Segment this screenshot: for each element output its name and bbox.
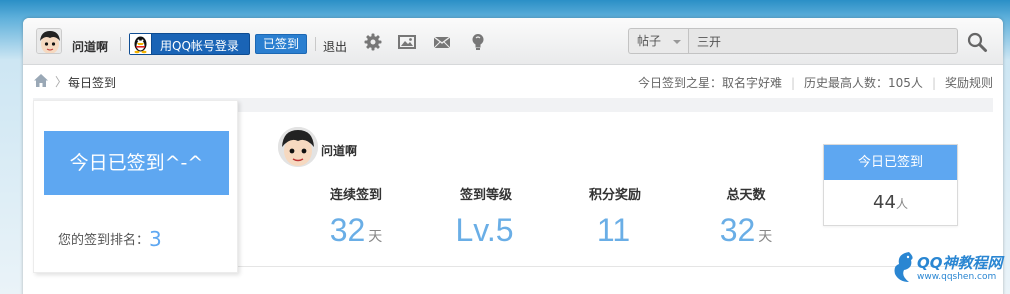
signin-star: 今日签到之星：取名字好难 (637, 76, 782, 90)
stat-label: 积分奖励 (588, 188, 641, 203)
image-icon[interactable] (396, 32, 418, 52)
signin-rank: 您的签到排名：3 (58, 227, 162, 251)
today-signed-unit: 人 (895, 197, 908, 211)
stat-value: Lv.5 (455, 212, 514, 248)
header-stats: 今日签到之星：取名字好难 | 历史最高人数：105人 | 奖励规则 (638, 74, 993, 91)
divider (315, 37, 316, 51)
dragon-logo-icon (889, 250, 917, 286)
chevron-down-icon (673, 40, 681, 44)
stat-unit: 天 (758, 228, 773, 244)
divider: | (790, 76, 796, 90)
search-input[interactable] (688, 28, 958, 54)
breadcrumb-current: 每日签到 (68, 76, 117, 90)
qq-login-label: 用QQ帐号登录 (160, 39, 239, 53)
stat-total-days: 总天数 32 天 (691, 184, 801, 253)
gear-icon[interactable] (362, 32, 384, 52)
stat-label: 签到等级 (459, 188, 512, 203)
qq-penguin-icon (130, 34, 152, 54)
divider (120, 37, 121, 51)
signin-window: 问道啊 用QQ帐号登录 已签到 退出 帖子 三开 〉 每日签到 今日签到之星：取… (23, 18, 1003, 294)
stat-unit: 天 (368, 228, 383, 244)
stat-level: 签到等级 Lv.5 (431, 184, 541, 253)
search-icon[interactable] (966, 31, 988, 53)
signed-in-badge[interactable]: 已签到 (255, 34, 307, 54)
search-scope-value: 帖子 (637, 34, 662, 48)
logout-link[interactable]: 退出 (323, 38, 347, 55)
search-scope-select[interactable]: 帖子 (628, 28, 688, 54)
stat-consecutive: 连续签到 32 天 (301, 184, 411, 253)
chevron-right-icon: 〉 (55, 75, 68, 89)
stat-label: 总天数 (726, 188, 766, 203)
user-avatar[interactable] (36, 28, 62, 54)
stat-value: 11 (596, 212, 631, 248)
stat-value: 32 (329, 212, 366, 248)
stat-value: 32 (719, 212, 756, 248)
today-signed-card: 今日已签到 44人 (823, 144, 958, 226)
rank-label: 您的签到排名： (58, 233, 150, 248)
username-link[interactable]: 问道啊 (72, 38, 108, 55)
history-max-count: 历史最高人数：105人 (804, 76, 923, 90)
signin-panel: 今日已签到^-^ 您的签到排名：3 问道啊 连续签到 32 天 签到等级 Lv.5 (33, 100, 993, 273)
user-avatar-large (278, 127, 318, 167)
stat-label: 连续签到 (329, 188, 382, 203)
home-icon[interactable] (34, 74, 48, 87)
stat-points: 积分奖励 11 (560, 184, 670, 253)
site-watermark: QQ神教程网 www.qqshen.com (885, 250, 1005, 290)
watermark-name: QQ神教程网 (917, 254, 1003, 272)
breadcrumb: 〉 每日签到 今日签到之星：取名字好难 | 历史最高人数：105人 | 奖励规则 (23, 65, 1003, 97)
qq-login-button[interactable]: 用QQ帐号登录 (129, 33, 250, 55)
top-toolbar: 问道啊 用QQ帐号登录 已签到 退出 帖子 三开 (23, 18, 1003, 65)
signin-card: 今日已签到^-^ 您的签到排名：3 (33, 100, 238, 273)
user-name: 问道啊 (321, 144, 358, 158)
today-signed-count: 44 (873, 192, 896, 213)
divider: | (931, 76, 936, 90)
rank-value: 3 (149, 227, 162, 251)
today-signed-title: 今日已签到 (824, 145, 957, 180)
bulb-icon[interactable] (467, 32, 489, 52)
mail-icon[interactable] (431, 32, 453, 52)
watermark-url: www.qqshen.com (917, 272, 997, 282)
signed-today-button[interactable]: 今日已签到^-^ (44, 131, 229, 195)
reward-rules-link[interactable]: 奖励规则 (945, 76, 993, 90)
